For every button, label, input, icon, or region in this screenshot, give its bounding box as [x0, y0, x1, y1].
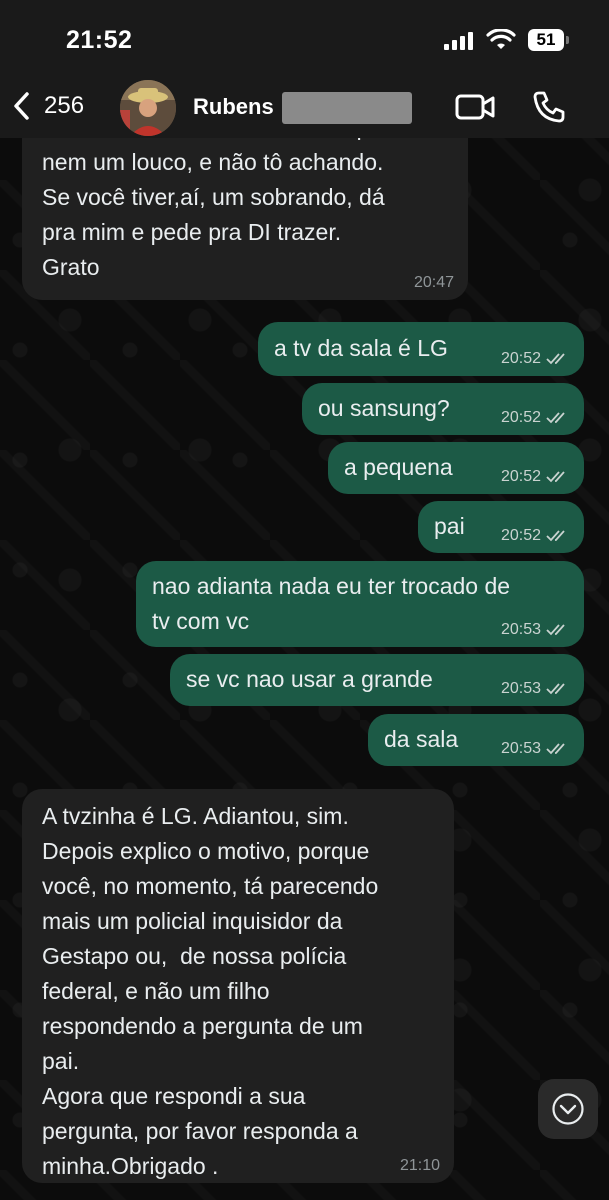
message-bubble-incoming[interactable]: A tvzinha é LG. Adiantou, sim. Depois ex… [22, 789, 454, 1183]
message-time: 21:10 [399, 1157, 440, 1174]
redacted-name-block [282, 92, 412, 124]
message-meta: 20:53 [501, 680, 570, 698]
battery-icon: 51 [528, 29, 564, 51]
message-meta: 20:52 [501, 350, 570, 368]
message-text: A tvzinha é LG. Adiantou, sim. Depois ex… [42, 803, 379, 1179]
message-meta: 20:52 [501, 409, 570, 427]
message-bubble-outgoing[interactable]: a pequena 20:52 [328, 442, 584, 494]
message-meta: 20:52 [501, 527, 570, 545]
chevron-down-icon [552, 1093, 584, 1125]
message-meta: 20:52 [501, 468, 570, 486]
message-meta: 20:47 [414, 274, 454, 292]
video-call-button[interactable] [455, 94, 495, 125]
message-bubble-outgoing[interactable]: da sala 20:53 [368, 714, 584, 766]
message-time: 20:53 [500, 740, 541, 757]
message-time: 20:47 [413, 274, 454, 291]
video-call-icon [455, 94, 495, 120]
read-receipt-icon [546, 683, 565, 695]
status-bar: 21:52 51 [0, 0, 609, 74]
cellular-signal-icon [444, 32, 474, 50]
read-receipt-icon [546, 471, 565, 483]
read-receipt-icon [546, 530, 565, 542]
message-time: 20:52 [500, 527, 541, 544]
phone-call-button[interactable] [532, 90, 566, 129]
message-bubble-outgoing[interactable]: a tv da sala é LG 20:52 [258, 322, 584, 376]
message-meta: 21:10 [400, 1157, 440, 1175]
contact-avatar[interactable] [120, 80, 176, 136]
message-time: 20:53 [500, 680, 541, 697]
message-bubble-outgoing[interactable]: se vc nao usar a grande 20:53 [170, 654, 584, 706]
contact-name[interactable]: Rubens [193, 94, 274, 120]
message-meta: 20:53 [501, 740, 570, 758]
read-receipt-icon [546, 353, 565, 365]
message-time: 20:52 [500, 350, 541, 367]
avatar-photo [120, 80, 176, 136]
message-bubble-outgoing[interactable]: pai 20:52 [418, 501, 584, 553]
message-meta: 20:53 [501, 621, 570, 639]
status-time: 21:52 [66, 26, 133, 54]
scroll-to-bottom-button[interactable] [538, 1079, 598, 1139]
phone-call-icon [533, 91, 565, 123]
message-time: 20:52 [500, 409, 541, 426]
chevron-left-icon [14, 92, 29, 120]
message-list[interactable]: remoto da tvzinha,? Procurei, que nem um… [0, 138, 609, 1200]
message-time: 20:52 [500, 468, 541, 485]
wifi-icon [486, 29, 516, 49]
read-receipt-icon [546, 412, 565, 424]
read-receipt-icon [546, 743, 565, 755]
read-receipt-icon [546, 624, 565, 636]
message-text: remoto da tvzinha,? Procurei, que nem um… [42, 138, 387, 280]
back-button[interactable]: 256 [12, 88, 84, 124]
battery-tip [566, 36, 569, 44]
unread-count: 256 [44, 92, 85, 119]
chat-header: 256 Rubens [0, 74, 609, 138]
message-bubble-outgoing[interactable]: ou sansung? 20:52 [302, 383, 584, 435]
message-bubble-incoming[interactable]: remoto da tvzinha,? Procurei, que nem um… [22, 138, 468, 300]
message-bubble-outgoing[interactable]: nao adianta nada eu ter trocado de tv co… [136, 561, 584, 647]
message-time: 20:53 [500, 621, 541, 638]
